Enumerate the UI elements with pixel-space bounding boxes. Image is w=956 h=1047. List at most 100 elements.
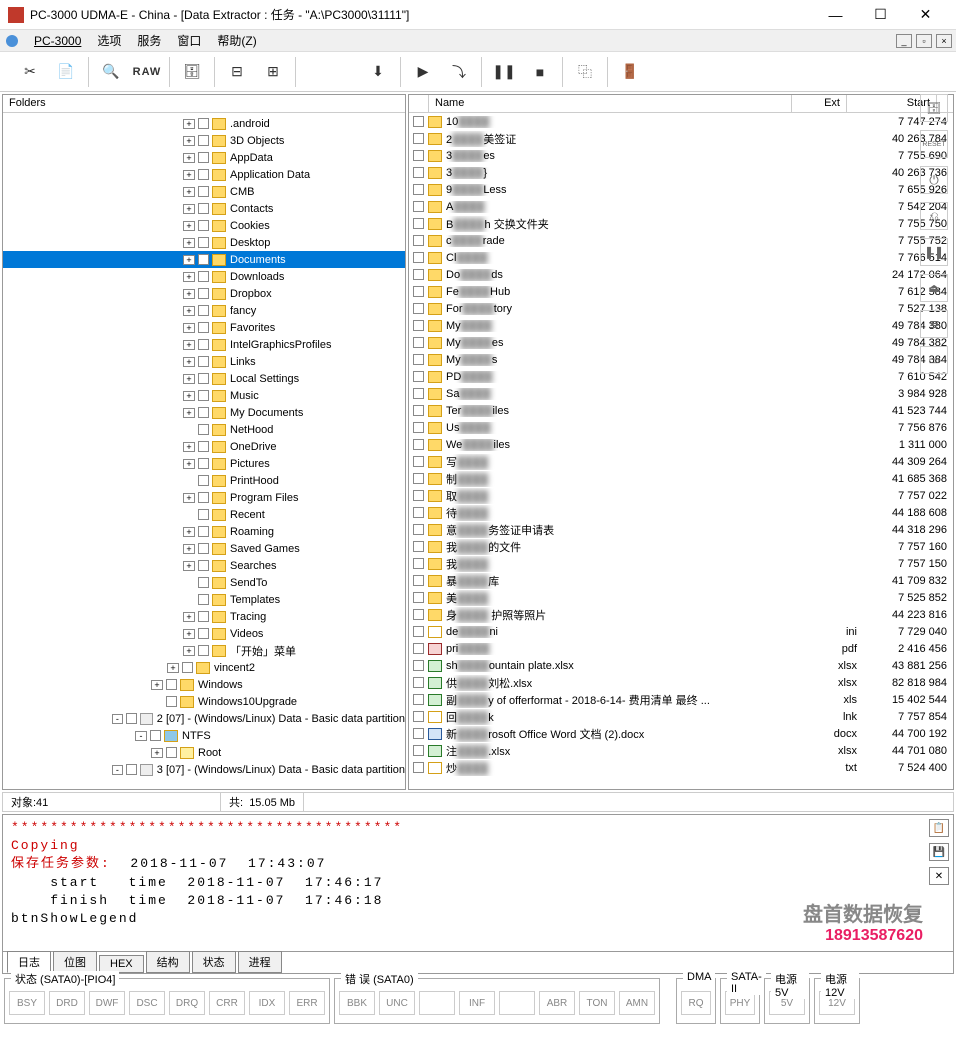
tree-item[interactable]: +Application Data: [3, 166, 405, 183]
tree-checkbox[interactable]: [198, 288, 209, 299]
expand-toggle[interactable]: +: [183, 391, 195, 401]
list-item[interactable]: 身████ 护照等照片44 223 816: [409, 606, 953, 623]
expand-toggle[interactable]: +: [183, 612, 195, 622]
tree-item[interactable]: +AppData: [3, 149, 405, 166]
list-item[interactable]: 制████41 685 368: [409, 470, 953, 487]
file-checkbox[interactable]: [413, 660, 424, 671]
expand-toggle[interactable]: [183, 425, 195, 435]
file-checkbox[interactable]: [413, 269, 424, 280]
tree-checkbox[interactable]: [198, 441, 209, 452]
eject-icon[interactable]: ⏏: [920, 274, 948, 302]
raw-button[interactable]: RAW: [129, 55, 165, 89]
tree-item[interactable]: Recent: [3, 506, 405, 523]
file-checkbox[interactable]: [413, 473, 424, 484]
expand-toggle[interactable]: +: [151, 748, 163, 758]
tree-checkbox[interactable]: [198, 356, 209, 367]
menu-pc3000[interactable]: PC-3000: [26, 32, 89, 50]
menu-service[interactable]: 服务: [129, 30, 169, 51]
expand-toggle[interactable]: -: [112, 765, 123, 775]
tree-item[interactable]: +3D Objects: [3, 132, 405, 149]
list-item[interactable]: 取████7 757 022: [409, 487, 953, 504]
file-checkbox[interactable]: [413, 303, 424, 314]
list-item[interactable]: 3████es7 755 690: [409, 147, 953, 164]
tree-checkbox[interactable]: [198, 237, 209, 248]
list-item[interactable]: 供████刘松.xlsxxlsx82 818 984: [409, 674, 953, 691]
file-checkbox[interactable]: [413, 541, 424, 552]
file-list[interactable]: 10████7 747 2742████美签证40 263 7843████es…: [409, 113, 953, 789]
mdi-close[interactable]: ×: [936, 34, 952, 48]
tree-item[interactable]: +Favorites: [3, 319, 405, 336]
layers-icon[interactable]: ≣: [920, 310, 948, 338]
tree-item[interactable]: +OneDrive: [3, 438, 405, 455]
file-checkbox[interactable]: [413, 405, 424, 416]
import-icon[interactable]: ⬇: [360, 55, 396, 89]
tree-checkbox[interactable]: [198, 305, 209, 316]
log-tab[interactable]: 结构: [146, 951, 190, 973]
list-item[interactable]: 9████Less7 655 926: [409, 181, 953, 198]
expand-toggle[interactable]: +: [183, 646, 195, 656]
tree-checkbox[interactable]: [198, 509, 209, 520]
list-item[interactable]: 注████.xlsxxlsx44 701 080: [409, 742, 953, 759]
connector-icon[interactable]: ⎌: [920, 202, 948, 230]
file-checkbox[interactable]: [413, 677, 424, 688]
file-checkbox[interactable]: [413, 337, 424, 348]
file-checkbox[interactable]: [413, 575, 424, 586]
list-item[interactable]: Us████7 756 876: [409, 419, 953, 436]
tree-checkbox[interactable]: [198, 118, 209, 129]
list-item[interactable]: 回████klnk7 757 854: [409, 708, 953, 725]
tree-item[interactable]: +Downloads: [3, 268, 405, 285]
expand-toggle[interactable]: +: [183, 357, 195, 367]
expand-toggle[interactable]: +: [183, 459, 195, 469]
menu-help[interactable]: 帮助(Z): [209, 30, 264, 51]
tree-checkbox[interactable]: [198, 543, 209, 554]
file-checkbox[interactable]: [413, 643, 424, 654]
tree-checkbox[interactable]: [198, 560, 209, 571]
tree-item[interactable]: +Desktop: [3, 234, 405, 251]
list-item[interactable]: B████h 交换文件夹7 755 750: [409, 215, 953, 232]
expand-toggle[interactable]: +: [151, 680, 163, 690]
expand-toggle[interactable]: +: [167, 663, 179, 673]
play-icon[interactable]: ▶: [405, 55, 441, 89]
list-item[interactable]: 副████y of offerformat - 2018-6-14- 费用清单 …: [409, 691, 953, 708]
list-item[interactable]: 写████44 309 264: [409, 453, 953, 470]
expand-toggle[interactable]: +: [183, 374, 195, 384]
tree-item[interactable]: +Windows: [3, 676, 405, 693]
log-tool-copy[interactable]: 📋: [929, 819, 949, 837]
tree-item[interactable]: +Local Settings: [3, 370, 405, 387]
tree-checkbox[interactable]: [198, 339, 209, 350]
tree-item[interactable]: +Roaming: [3, 523, 405, 540]
expand-toggle[interactable]: [183, 510, 195, 520]
list-item[interactable]: de████niini7 729 040: [409, 623, 953, 640]
menu-options[interactable]: 选项: [89, 30, 129, 51]
log-tool-clear[interactable]: ✕: [929, 867, 949, 885]
tree-checkbox[interactable]: [198, 611, 209, 622]
power-icon[interactable]: ⏻: [920, 166, 948, 194]
tree-checkbox[interactable]: [198, 169, 209, 180]
file-checkbox[interactable]: [413, 456, 424, 467]
expand-toggle[interactable]: [151, 697, 163, 707]
tree-checkbox[interactable]: [198, 594, 209, 605]
tree-checkbox[interactable]: [198, 220, 209, 231]
expand-toggle[interactable]: +: [183, 323, 195, 333]
list-item[interactable]: 暴████库41 709 832: [409, 572, 953, 589]
tree-item[interactable]: +CMB: [3, 183, 405, 200]
tree-item[interactable]: +vincent2: [3, 659, 405, 676]
file-checkbox[interactable]: [413, 694, 424, 705]
file-checkbox[interactable]: [413, 320, 424, 331]
expand-toggle[interactable]: +: [183, 221, 195, 231]
step-icon[interactable]: ⤵: [441, 55, 477, 89]
log-tool-save[interactable]: 💾: [929, 843, 949, 861]
tree-checkbox[interactable]: [198, 526, 209, 537]
tree-checkbox[interactable]: [198, 322, 209, 333]
list-item[interactable]: 我████的文件7 757 160: [409, 538, 953, 555]
stop-icon[interactable]: ■: [522, 55, 558, 89]
tree-checkbox[interactable]: [198, 186, 209, 197]
list-item[interactable]: Ter████iles41 523 744: [409, 402, 953, 419]
file-checkbox[interactable]: [413, 558, 424, 569]
tree-item[interactable]: NetHood: [3, 421, 405, 438]
tree-checkbox[interactable]: [126, 764, 136, 775]
tree-checkbox[interactable]: [198, 407, 209, 418]
expand-toggle[interactable]: +: [183, 238, 195, 248]
reset-icon[interactable]: RESET: [920, 130, 948, 158]
tree-checkbox[interactable]: [198, 424, 209, 435]
